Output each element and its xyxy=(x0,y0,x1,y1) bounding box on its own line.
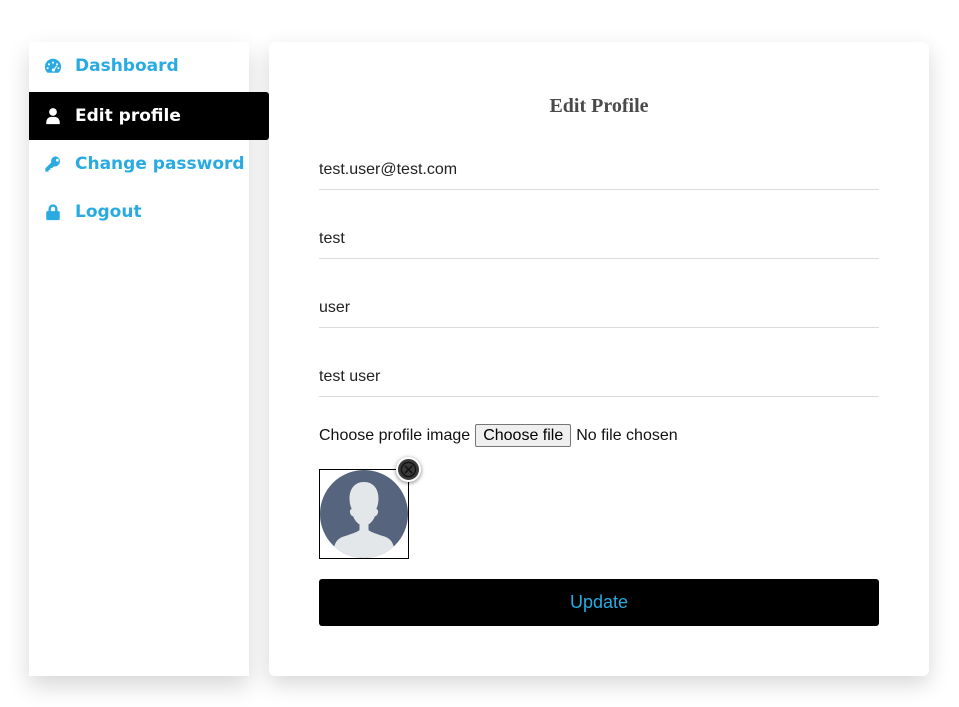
close-icon xyxy=(400,461,417,478)
sidebar-item-dashboard[interactable]: Dashboard xyxy=(29,42,249,90)
username-field[interactable] xyxy=(319,357,879,397)
sidebar-item-label: Edit profile xyxy=(75,106,181,126)
remove-image-button[interactable] xyxy=(396,457,421,482)
avatar-preview xyxy=(319,469,409,559)
sidebar-item-label: Dashboard xyxy=(75,56,179,76)
sidebar-item-edit-profile[interactable]: Edit profile xyxy=(29,92,269,140)
key-icon xyxy=(43,154,63,174)
page-title: Edit Profile xyxy=(549,95,649,117)
sidebar: Dashboard Edit profile Change password L… xyxy=(29,42,269,676)
lock-icon xyxy=(43,202,63,222)
file-status: No file chosen xyxy=(576,426,678,444)
last-name-field[interactable] xyxy=(319,288,879,328)
sidebar-item-label: Change password xyxy=(75,154,245,174)
edit-profile-card: Edit Profile Choose profile image Choose… xyxy=(269,42,929,676)
profile-image-picker: Choose profile image Choose file No file… xyxy=(319,424,678,447)
update-button[interactable]: Update xyxy=(319,579,879,626)
avatar-placeholder-icon xyxy=(320,470,408,558)
email-field[interactable] xyxy=(319,150,879,190)
file-label: Choose profile image xyxy=(319,426,471,444)
choose-file-button[interactable]: Choose file xyxy=(475,424,572,447)
dashboard-icon xyxy=(43,56,63,76)
sidebar-item-change-password[interactable]: Change password xyxy=(29,140,249,188)
user-icon xyxy=(43,106,63,126)
sidebar-item-logout[interactable]: Logout xyxy=(29,188,249,236)
sidebar-item-label: Logout xyxy=(75,202,142,222)
first-name-field[interactable] xyxy=(319,219,879,259)
